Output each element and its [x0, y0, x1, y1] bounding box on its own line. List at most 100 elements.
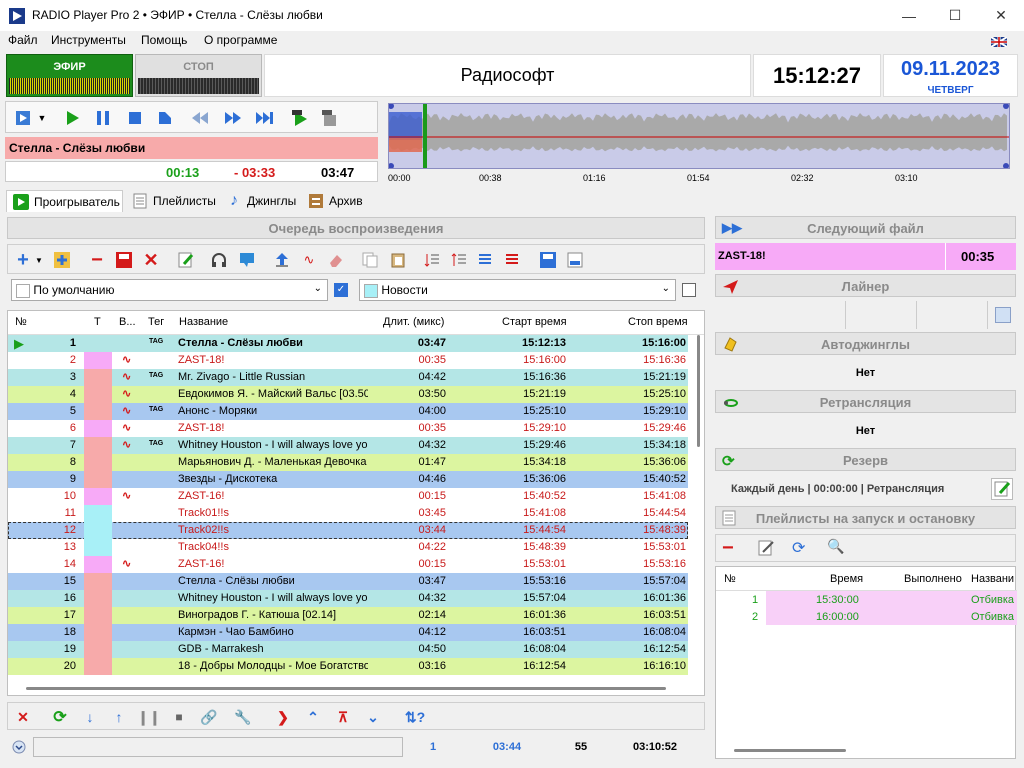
table-row[interactable]: 19 GDB - Marrakesh 04:50 16:08:04 16:12:54: [8, 641, 688, 658]
fast-forward-icon[interactable]: [223, 108, 243, 128]
add-icon[interactable]: +: [13, 249, 33, 271]
next-track-icon[interactable]: [255, 108, 275, 128]
list-1-icon[interactable]: [475, 250, 495, 270]
search-icon[interactable]: 🔍: [827, 538, 844, 555]
paste-icon[interactable]: [388, 250, 408, 270]
stop-icon[interactable]: [125, 108, 145, 128]
col-number[interactable]: №: [15, 316, 27, 328]
pause-icon[interactable]: ❙❙: [137, 707, 160, 727]
filter-select[interactable]: По умолчанию ⌄: [11, 279, 328, 301]
table-row[interactable]: 14 ∿ ZAST-16! 00:15 15:53:01 15:53:16: [8, 556, 688, 573]
vertical-scrollbar[interactable]: [694, 335, 704, 485]
sort-1-icon[interactable]: [422, 250, 442, 270]
pause-icon[interactable]: [93, 108, 113, 128]
sync-icon[interactable]: ⟳: [792, 538, 805, 558]
eraser-icon[interactable]: [326, 250, 346, 270]
table-row[interactable]: 5 ∿ TAG Анонс - Моряки 04:00 15:25:10 15:29:10: [8, 403, 688, 420]
menu-about[interactable]: О программе: [204, 33, 277, 47]
table-row[interactable]: ▶ 1 TAG Стелла - Слёзы любви 03:47 15:12:13 15…: [8, 335, 688, 352]
table-row[interactable]: 12 Track02!!s 03:44 15:44:54 15:48:39: [8, 522, 688, 539]
fade-stop-icon[interactable]: [155, 108, 175, 128]
col-start[interactable]: Старт время: [502, 316, 567, 328]
remove-icon[interactable]: −: [87, 249, 107, 271]
chevron-right-icon[interactable]: ❯: [273, 707, 293, 727]
table-row[interactable]: 2 ∿ ZAST-18! 00:35 15:16:00 15:16:36: [8, 352, 688, 369]
tab-player[interactable]: Проигрыватель: [6, 190, 123, 212]
col-time[interactable]: Время: [830, 573, 863, 585]
tab-archive[interactable]: Архив: [302, 190, 368, 212]
col-type[interactable]: Т: [94, 316, 101, 328]
col-tag[interactable]: Тег: [148, 316, 164, 328]
table-row[interactable]: 15 Стелла - Слёзы любви 03:47 15:53:16 15:57…: [8, 573, 688, 590]
reserve-header[interactable]: ⟳ Резерв: [715, 448, 1016, 471]
col-duration[interactable]: Длит. (микс): [383, 316, 444, 328]
col-number[interactable]: №: [724, 573, 736, 585]
category-select[interactable]: Новости ⌄: [359, 279, 676, 301]
tools-icon[interactable]: 🔧: [233, 707, 253, 727]
category-checkbox[interactable]: [682, 283, 696, 297]
arrow-down-icon[interactable]: ↓: [80, 707, 100, 727]
table-row[interactable]: 3 ∿ TAG Mr. Zivago - Little Russian 04:42 15:…: [8, 369, 688, 386]
menu-tools[interactable]: Инструменты: [51, 33, 126, 47]
relay-header[interactable]: Ретрансляция: [715, 390, 1016, 413]
clear-icon[interactable]: ✕: [141, 250, 161, 270]
table-row[interactable]: 4 ∿ Евдокимов Я. - Майский Вальс [03.50 03:…: [8, 386, 688, 403]
save-disk-icon[interactable]: [538, 250, 558, 270]
headphones-icon[interactable]: [209, 250, 229, 270]
chevron-up-icon[interactable]: ⌃: [303, 707, 323, 727]
liner-slot-button[interactable]: [995, 307, 1011, 323]
table-row[interactable]: 16 Whitney Houston - I will always love y…: [8, 590, 688, 607]
chevron-down-icon[interactable]: ⌄: [363, 707, 383, 727]
tab-playlists[interactable]: Плейлисты: [126, 190, 218, 212]
horizontal-scrollbar[interactable]: [26, 687, 666, 690]
cue-stop-icon[interactable]: [320, 108, 340, 128]
move-question-icon[interactable]: ⇅?: [401, 707, 429, 727]
scrollbar-thumb[interactable]: [697, 335, 700, 447]
remove-icon[interactable]: −: [722, 538, 734, 558]
mode-dropdown-icon[interactable]: ▼: [36, 108, 48, 128]
edit-icon[interactable]: [757, 539, 775, 560]
edit-icon[interactable]: [176, 250, 196, 270]
language-flag-icon[interactable]: [990, 36, 1008, 48]
table-row[interactable]: 9 Звезды - Дискотека 04:46 15:36:06 15:40:52: [8, 471, 688, 488]
move-to-top-icon[interactable]: ⊼: [333, 707, 353, 727]
menu-help[interactable]: Помощь: [141, 33, 187, 47]
close-x-icon[interactable]: ✕: [13, 707, 33, 727]
table-row[interactable]: 17 Виноградов Г. - Катюша [02.14] 02:14 16:…: [8, 607, 688, 624]
menu-file[interactable]: Файл: [8, 33, 38, 47]
comment-icon[interactable]: [237, 250, 257, 270]
add-plus-icon[interactable]: [52, 250, 72, 270]
cue-play-icon[interactable]: [290, 108, 310, 128]
stop-button[interactable]: СТОП: [135, 54, 262, 97]
stop-square-icon[interactable]: ■: [169, 707, 189, 727]
tab-jingles[interactable]: ♪ Джинглы: [220, 190, 302, 212]
maximize-button[interactable]: ☐: [932, 0, 978, 31]
add-dropdown-icon[interactable]: ▼: [34, 250, 44, 270]
list-item[interactable]: 2 16:00:00 Отбивка: [716, 608, 1017, 625]
refresh-icon[interactable]: ⟳: [50, 707, 70, 727]
col-v[interactable]: В...: [119, 316, 136, 328]
table-row[interactable]: 20 18 - Добры Молодцы - Мое Богатство 03:1…: [8, 658, 688, 675]
list-item[interactable]: 1 15:30:00 Отбивка: [716, 591, 1017, 608]
copy-icon[interactable]: [360, 250, 380, 270]
waveform[interactable]: [388, 103, 1010, 169]
link-icon[interactable]: 🔗: [199, 707, 219, 727]
horizontal-scrollbar[interactable]: [734, 749, 846, 752]
table-row[interactable]: 11 Track01!!s 03:45 15:41:08 15:44:54: [8, 505, 688, 522]
filter-checkbox[interactable]: ✓: [334, 283, 348, 297]
play-icon[interactable]: [62, 108, 82, 128]
liner-header[interactable]: Лайнер: [715, 274, 1016, 297]
col-stop[interactable]: Стоп время: [628, 316, 688, 328]
col-done[interactable]: Выполнено: [904, 573, 962, 585]
mode-icon[interactable]: [14, 108, 34, 128]
upload-icon[interactable]: [272, 250, 292, 270]
save-icon[interactable]: [114, 250, 134, 270]
table-row[interactable]: 6 ∿ ZAST-18! 00:35 15:29:10 15:29:46: [8, 420, 688, 437]
col-name[interactable]: Названи: [971, 573, 1014, 585]
onair-button[interactable]: ЭФИР: [6, 54, 133, 97]
minimize-button[interactable]: —: [886, 0, 932, 31]
autojingles-header[interactable]: Автоджинглы: [715, 332, 1016, 355]
sort-2-icon[interactable]: [449, 250, 469, 270]
list-2-icon[interactable]: [502, 250, 522, 270]
table-row[interactable]: 10 ∿ ZAST-16! 00:15 15:40:52 15:41:08: [8, 488, 688, 505]
